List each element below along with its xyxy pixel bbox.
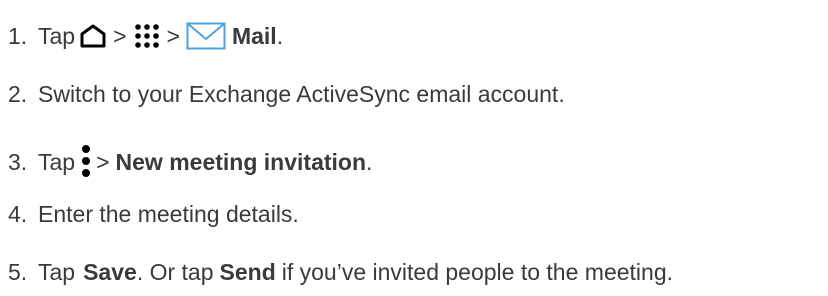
step-tap-text: Tap (38, 259, 76, 285)
more-vertical-icon (80, 144, 92, 180)
step-bold-label: Mail (231, 23, 277, 49)
step-bold-label: Send (219, 259, 276, 285)
step-4: 4. Enter the meeting details. (8, 200, 299, 228)
step-end: . (366, 149, 373, 175)
step-3: 3. Tap > New meeting invitation . (8, 144, 372, 180)
step-mid-text: . Or tap (136, 259, 214, 285)
step-bold-label: New meeting invitation (115, 149, 367, 175)
step-number: 5. (8, 259, 28, 285)
step-end: if you’ve invited people to the meeting. (281, 259, 673, 285)
step-text: Switch to your Exchange ActiveSync email… (38, 81, 565, 107)
step-2: 2. Switch to your Exchange ActiveSync em… (8, 80, 565, 108)
home-icon (79, 23, 107, 49)
step-number: 4. (8, 201, 28, 227)
step-end: . (276, 23, 284, 49)
instruction-steps: 1. Tap > > Mail . 2. Switch to your Exch… (0, 0, 828, 296)
step-separator: > (166, 23, 180, 49)
step-text: Enter the meeting details. (38, 201, 299, 227)
step-separator: > (96, 149, 110, 175)
step-1: 1. Tap > > Mail . (8, 22, 283, 50)
step-tap-text: Tap (38, 149, 76, 175)
step-number: 1. (8, 23, 28, 49)
step-5: 5. Tap Save . Or tap Send if you’ve invi… (8, 258, 673, 286)
step-bold-label: Save (83, 259, 137, 285)
step-tap-text: Tap (38, 23, 76, 49)
step-number: 3. (8, 149, 28, 175)
step-number: 2. (8, 81, 28, 107)
step-separator: > (113, 23, 127, 49)
mail-envelope-icon (186, 22, 226, 50)
apps-grid-icon (133, 22, 161, 50)
